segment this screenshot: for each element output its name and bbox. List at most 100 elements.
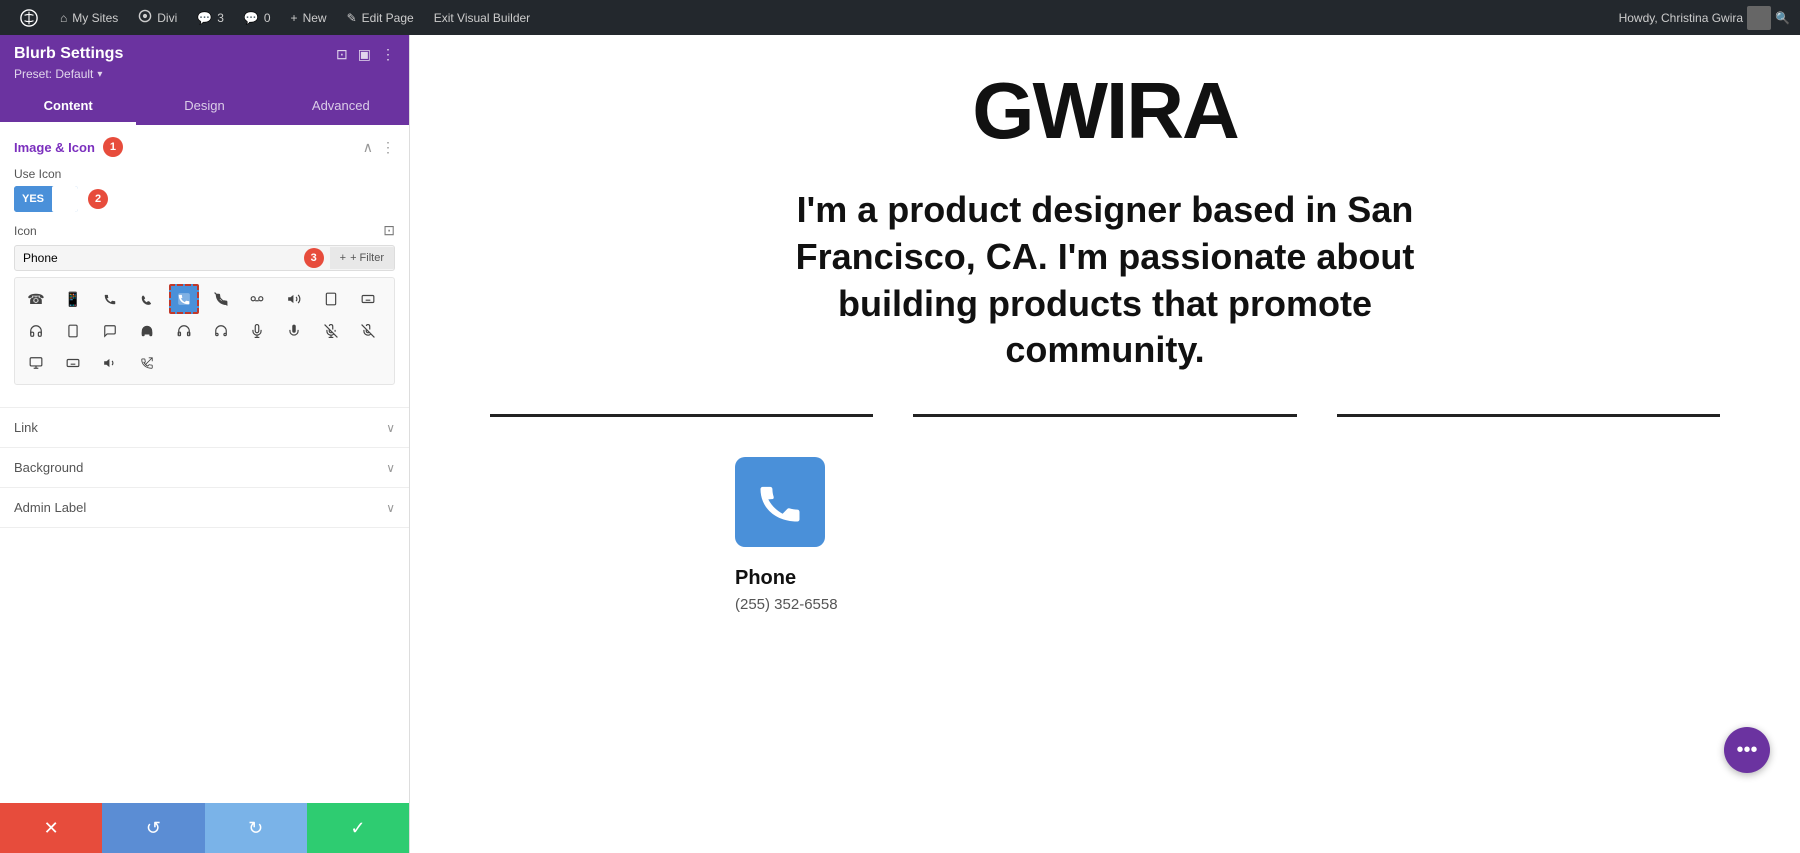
floating-dots-button[interactable]: ••• [1724,727,1770,773]
collapse-icon[interactable]: ∧ [363,139,373,156]
divider-3 [1337,414,1720,417]
tab-content[interactable]: Content [0,89,136,125]
section-more-icon[interactable]: ⋮ [381,139,395,156]
pencil-icon: ✎ [347,11,357,25]
icon-cell-speaker[interactable] [95,348,125,378]
use-icon-toggle[interactable]: YES [14,186,78,212]
blurb-section: Phone (255) 352-6558 [655,437,1555,633]
icon-cell-voicemail[interactable] [242,284,272,314]
site-logo: GWIRA [972,65,1238,157]
redo-button[interactable]: ↻ [205,803,307,853]
search-icon[interactable]: 🔍 [1775,11,1790,25]
panel-title: Blurb Settings [14,45,123,63]
undo-button[interactable]: ↺ [102,803,204,853]
tab-design[interactable]: Design [136,89,272,125]
preset-selector[interactable]: Preset: Default [14,67,395,81]
icon-cell-phone-handset[interactable]: ☎ [21,284,51,314]
icon-cell-phone-incoming[interactable] [132,348,162,378]
use-icon-label: Use Icon [14,167,395,181]
blurb-icon[interactable] [735,457,825,547]
cancel-button[interactable]: ✕ [0,803,102,853]
tab-bar: Content Design Advanced [0,89,409,125]
step-badge-2: 2 [88,189,108,209]
icon-cell-volume[interactable] [279,284,309,314]
use-icon-field: Use Icon YES 2 [14,167,395,212]
background-section[interactable]: Background ∨ [0,448,409,488]
edit-page-menu[interactable]: ✎ Edit Page [339,0,422,35]
tab-advanced[interactable]: Advanced [273,89,409,125]
icon-field-label: Icon [14,224,37,238]
bottom-action-bar: ✕ ↺ ↻ ✓ [0,803,409,853]
grid-icon[interactable]: ▣ [358,46,371,63]
icon-cell-mobile[interactable]: 📱 [58,284,88,314]
home-icon: ⌂ [60,11,67,25]
admin-label-collapse-icon: ∨ [386,501,395,515]
save-button[interactable]: ✓ [307,803,409,853]
admin-bar: ⌂ My Sites Divi 💬 3 💬 0 + New ✎ Edit Pag… [0,0,1800,35]
admin-label-section-title: Admin Label [14,500,86,515]
fullscreen-icon[interactable]: ⊡ [336,46,348,63]
filter-button[interactable]: + + Filter [330,247,394,269]
icon-cell-monitor[interactable] [21,348,51,378]
toggle-yes-label: YES [14,186,52,212]
new-menu[interactable]: + New [283,0,335,35]
dots-icon: ••• [1736,739,1757,762]
response-icon: 💬 [244,11,259,25]
comments-menu[interactable]: 💬 3 [189,0,232,35]
icon-cell-phone-off[interactable] [206,284,236,314]
admin-label-section[interactable]: Admin Label ∨ [0,488,409,528]
toggle-thumb [52,186,78,212]
icon-search-row: 3 + + Filter [14,245,395,271]
icon-search-input[interactable] [15,246,298,270]
icon-cell-tablet[interactable] [316,284,346,314]
icon-cell-mic-off[interactable] [316,316,346,346]
icon-cell-handset-old[interactable] [95,284,125,314]
hero-section: I'm a product designer based in San Fran… [655,167,1555,394]
divider-2 [913,414,1296,417]
icon-cell-keyboard[interactable] [353,284,383,314]
icon-field: Icon ⊡ 3 + + Filter [14,222,395,385]
icon-cell-message-square[interactable] [95,316,125,346]
admin-bar-right: Howdy, Christina Gwira 🔍 [1619,6,1790,30]
avatar[interactable] [1747,6,1771,30]
image-icon-title: Image & Icon 1 [14,137,123,157]
icon-cell-mic-off-2[interactable] [353,316,383,346]
canvas-area: GWIRA I'm a product designer based in Sa… [410,35,1800,853]
icon-cell-headphones[interactable] [132,316,162,346]
icon-cell-headphones-3[interactable] [206,316,236,346]
greeting-text: Howdy, Christina Gwira [1619,11,1743,25]
wp-logo-icon[interactable] [10,9,48,27]
link-section-title: Link [14,420,38,435]
hero-text: I'm a product designer based in San Fran… [735,187,1475,374]
icon-grid: ☎ 📱 [14,277,395,385]
background-collapse-icon: ∨ [386,461,395,475]
comment-icon: 💬 [197,11,212,25]
settings-panel: Blurb Settings ⊡ ▣ ⋮ Preset: Default Con… [0,35,410,853]
background-section-title: Background [14,460,83,475]
link-collapse-icon: ∨ [386,421,395,435]
icon-cell-smartphone[interactable] [58,316,88,346]
plus-icon: + [291,11,298,25]
site-header: GWIRA [410,35,1800,167]
icon-cell-phone-slash[interactable] [132,284,162,314]
image-icon-section: Image & Icon 1 ∧ ⋮ Use Icon YES [0,125,409,408]
response-menu[interactable]: 💬 0 [236,0,279,35]
main-layout: Blurb Settings ⊡ ▣ ⋮ Preset: Default Con… [0,35,1800,853]
icon-cell-keyboard-2[interactable] [58,348,88,378]
icon-cell-headphones-alt[interactable] [21,316,51,346]
divider-1 [490,414,873,417]
step-badge-3: 3 [304,248,324,268]
more-options-icon[interactable]: ⋮ [381,46,395,63]
filter-icon: + [340,252,346,264]
my-sites-menu[interactable]: ⌂ My Sites [52,0,126,35]
link-section[interactable]: Link ∨ [0,408,409,448]
divi-menu[interactable]: Divi [130,0,185,35]
icon-cell-mic[interactable] [242,316,272,346]
exit-visual-builder-button[interactable]: Exit Visual Builder [426,0,539,35]
blurb-phone: (255) 352-6558 [735,596,838,613]
icon-cell-headphones-2[interactable] [169,316,199,346]
icon-cell-phone-square[interactable] [169,284,199,314]
icon-expand-button[interactable]: ⊡ [383,222,395,239]
step-badge-1: 1 [103,137,123,157]
icon-cell-mic-2[interactable] [279,316,309,346]
